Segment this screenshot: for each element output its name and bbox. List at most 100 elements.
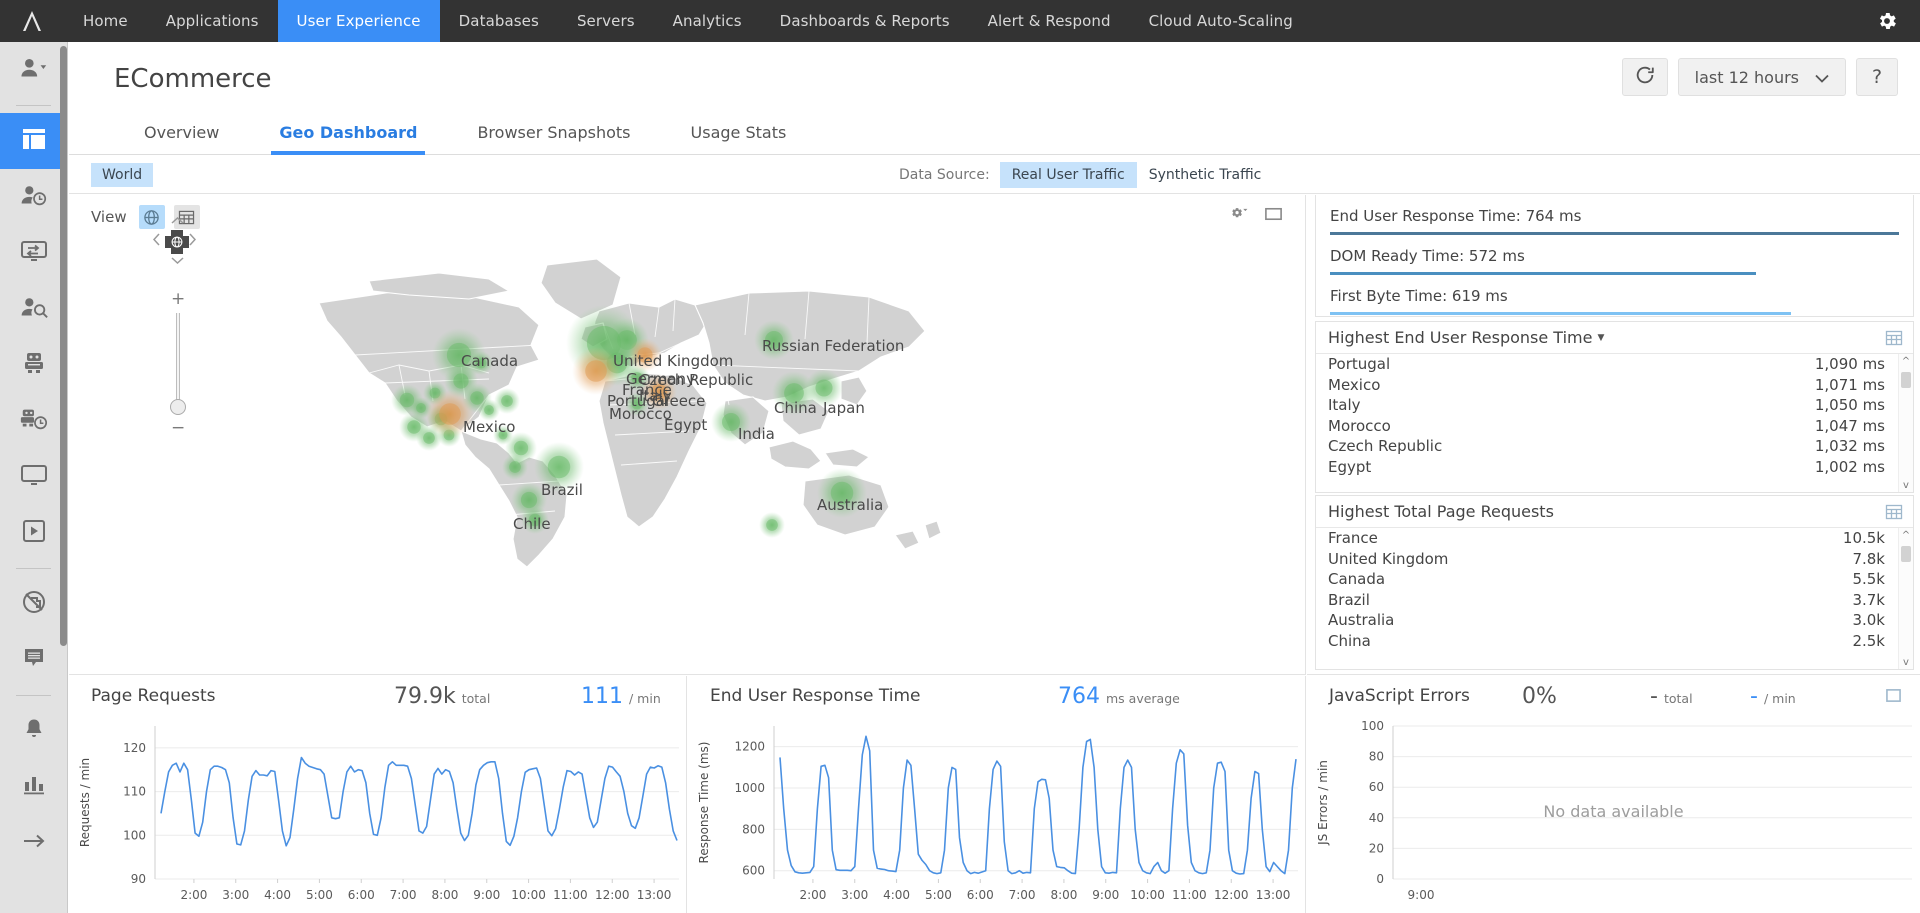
svg-text:80: 80 — [1369, 750, 1384, 764]
caret-down-icon[interactable]: ▼ — [1597, 333, 1604, 343]
table-row[interactable]: China2.5k — [1316, 631, 1913, 652]
scroll-up-icon[interactable]: ^ — [1899, 528, 1913, 542]
tab-geo-dashboard[interactable]: Geo Dashboard — [249, 123, 447, 154]
table-row[interactable]: France10.5k — [1316, 528, 1913, 549]
chevron-up-icon[interactable] — [171, 213, 184, 228]
zoom-slider-track[interactable] — [176, 313, 180, 409]
tab-usage-stats[interactable]: Usage Stats — [661, 123, 817, 154]
world-map-canvas[interactable]: CanadaMexicoBrazilChileUnited KingdomGer… — [69, 195, 1305, 674]
table-row[interactable]: Czech Republic1,032 ms — [1316, 436, 1913, 457]
scrollbar-thumb[interactable] — [1901, 372, 1911, 388]
table-row[interactable]: United Kingdom7.8k — [1316, 549, 1913, 570]
table-row[interactable]: Brazil3.7k — [1316, 590, 1913, 611]
no-entry-health-icon — [21, 589, 47, 619]
table-row[interactable]: Morocco1,047 ms — [1316, 416, 1913, 437]
zoom-in-button[interactable]: + — [171, 289, 185, 309]
nav-item-databases[interactable]: Databases — [440, 0, 558, 42]
rail-item-user-dropdown[interactable] — [0, 42, 67, 98]
svg-text:9:00: 9:00 — [473, 888, 500, 902]
rail-item-robot[interactable] — [0, 337, 67, 393]
chart-plot-area[interactable]: 90100110120Requests / min2:003:004:005:0… — [69, 714, 686, 913]
card-title-wrap[interactable]: Highest End User Response Time ▼ — [1328, 328, 1604, 347]
expand-panel-icon[interactable] — [1264, 206, 1283, 222]
table-row[interactable]: Portugal1,090 ms — [1316, 354, 1913, 375]
nav-item-analytics[interactable]: Analytics — [654, 0, 761, 42]
table-row[interactable]: Italy1,050 ms — [1316, 395, 1913, 416]
table-row[interactable]: Canada5.5k — [1316, 569, 1913, 590]
data-source-synthetic-traffic[interactable]: Synthetic Traffic — [1137, 162, 1274, 188]
stat-unit: / min — [629, 691, 661, 706]
zoom-slider-handle[interactable] — [170, 399, 186, 415]
card-scrollbar[interactable]: ^ v — [1898, 528, 1913, 669]
rail-item-robot-clock[interactable] — [0, 393, 67, 449]
rail-item-monitor-transfer[interactable] — [0, 225, 67, 281]
page-title: ECommerce — [114, 64, 272, 94]
rail-scrollbar[interactable] — [60, 46, 67, 646]
card-scrollbar[interactable]: ^ v — [1898, 354, 1913, 492]
scroll-down-icon[interactable]: v — [1899, 478, 1913, 492]
panel-header: End User Response Time 764 ms average — [688, 676, 1305, 716]
nav-item-servers[interactable]: Servers — [558, 0, 654, 42]
nav-item-alert-respond[interactable]: Alert & Respond — [969, 0, 1130, 42]
rail-item-notes[interactable] — [0, 632, 67, 688]
rail-item-user-search[interactable] — [0, 281, 67, 337]
svg-text:13:00: 13:00 — [637, 888, 672, 902]
gear-icon[interactable] — [1854, 0, 1920, 42]
table-row[interactable]: Mexico1,071 ms — [1316, 375, 1913, 396]
expand-panel-icon[interactable] — [1885, 688, 1902, 707]
stat-unit: / min — [1764, 691, 1796, 706]
globe-home-icon[interactable] — [165, 230, 189, 254]
tab-browser-snapshots[interactable]: Browser Snapshots — [447, 123, 660, 154]
card-title: Highest End User Response Time — [1328, 328, 1592, 347]
svg-text:11:00: 11:00 — [553, 888, 588, 902]
refresh-button[interactable] — [1622, 58, 1668, 96]
panel-page-requests: Page Requests 79.9k total 111 / min 9010… — [69, 676, 687, 913]
rail-item-monitor[interactable] — [0, 449, 67, 505]
top-navigation-bar: Home Applications User Experience Databa… — [0, 0, 1920, 42]
tab-label: Geo Dashboard — [279, 123, 417, 142]
svg-text:10:00: 10:00 — [1130, 888, 1165, 902]
nav-item-cloud-auto-scaling[interactable]: Cloud Auto-Scaling — [1130, 0, 1312, 42]
view-label: View — [91, 208, 127, 226]
chevron-right-icon[interactable] — [189, 233, 196, 250]
rail-item-alerts[interactable] — [0, 703, 67, 759]
zoom-out-button[interactable]: − — [171, 418, 185, 438]
gear-dropdown-icon[interactable] — [1229, 206, 1248, 222]
svg-text:10:00: 10:00 — [511, 888, 546, 902]
table-grid-icon[interactable] — [1885, 330, 1903, 346]
table-row[interactable]: Australia3.0k — [1316, 610, 1913, 631]
chart-plot-area[interactable]: 020406080100JS Errors / min9:00 No data … — [1307, 714, 1920, 913]
refresh-icon — [1634, 64, 1656, 90]
nav-item-home[interactable]: Home — [64, 0, 147, 42]
rail-item-user-clock[interactable] — [0, 169, 67, 225]
table-grid-icon[interactable] — [1885, 504, 1903, 520]
svg-text:60: 60 — [1369, 780, 1384, 794]
chevron-left-icon[interactable] — [153, 233, 160, 250]
appdynamics-logo-icon[interactable] — [0, 0, 64, 42]
rail-item-play-box[interactable] — [0, 505, 67, 561]
help-button[interactable]: ? — [1856, 58, 1898, 96]
scroll-down-icon[interactable]: v — [1899, 655, 1913, 669]
chart-plot-area[interactable]: 60080010001200Response Time (ms)2:003:00… — [688, 714, 1305, 913]
nav-label: Cloud Auto-Scaling — [1149, 12, 1293, 30]
scope-chip-world[interactable]: World — [91, 163, 153, 187]
tab-overview[interactable]: Overview — [114, 123, 249, 154]
scrollbar-thumb[interactable] — [1901, 546, 1911, 562]
svg-text:3:00: 3:00 — [222, 888, 249, 902]
table-row[interactable]: Egypt1,002 ms — [1316, 457, 1913, 478]
data-source-real-user-traffic[interactable]: Real User Traffic — [1000, 162, 1137, 188]
rail-item-dashboard-layout[interactable] — [0, 113, 67, 169]
rail-item-metrics[interactable] — [0, 759, 67, 815]
tab-label: Browser Snapshots — [477, 123, 630, 142]
nav-item-user-experience[interactable]: User Experience — [278, 0, 440, 42]
chevron-down-icon[interactable] — [171, 253, 184, 268]
nav-item-applications[interactable]: Applications — [147, 0, 278, 42]
rail-item-expand[interactable] — [0, 815, 67, 871]
rail-item-health-disabled[interactable] — [0, 576, 67, 632]
svg-text:Requests / min: Requests / min — [78, 758, 92, 847]
scroll-up-icon[interactable]: ^ — [1899, 354, 1913, 368]
nav-item-dashboards-reports[interactable]: Dashboards & Reports — [761, 0, 969, 42]
user-clock-icon — [19, 183, 49, 211]
stat-value: 764 — [1058, 684, 1100, 709]
time-range-selector[interactable]: last 12 hours — [1678, 58, 1846, 96]
